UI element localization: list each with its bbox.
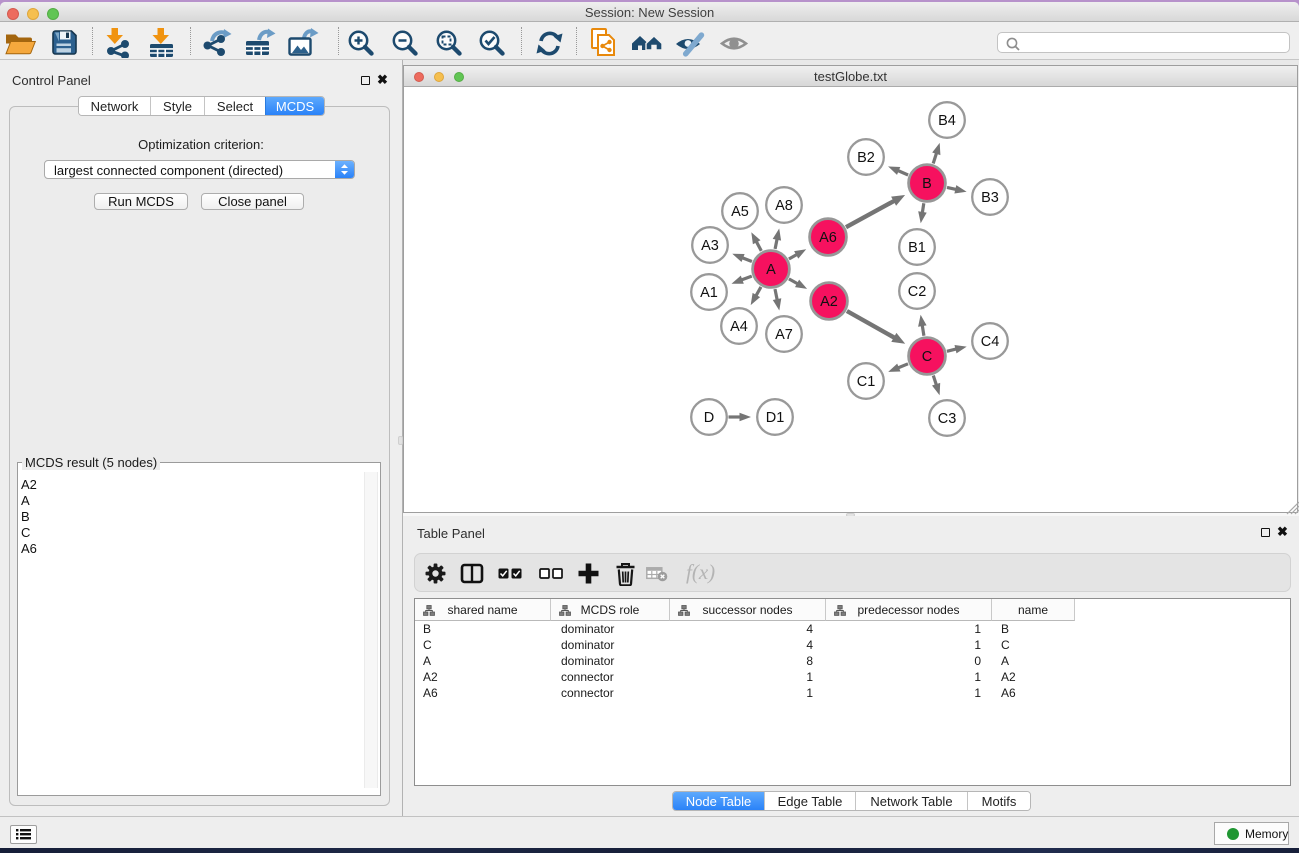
svg-text:C: C (922, 349, 932, 365)
svg-text:A2: A2 (820, 294, 838, 310)
svg-text:A7: A7 (775, 327, 793, 343)
svg-text:C2: C2 (908, 284, 927, 300)
svg-text:B4: B4 (938, 113, 956, 129)
svg-text:D: D (704, 410, 714, 426)
svg-text:A: A (766, 262, 776, 278)
svg-text:A3: A3 (701, 238, 719, 254)
svg-text:D1: D1 (766, 410, 785, 426)
svg-text:C1: C1 (857, 374, 876, 390)
svg-text:C3: C3 (938, 411, 957, 427)
svg-text:A8: A8 (775, 198, 793, 214)
svg-text:B1: B1 (908, 240, 926, 256)
svg-text:A6: A6 (819, 230, 837, 246)
svg-text:B3: B3 (981, 190, 999, 206)
svg-text:C4: C4 (981, 334, 1000, 350)
svg-text:B2: B2 (857, 150, 875, 166)
svg-text:A5: A5 (731, 204, 749, 220)
svg-text:B: B (922, 176, 932, 192)
svg-text:A1: A1 (700, 285, 718, 301)
svg-text:A4: A4 (730, 319, 748, 335)
